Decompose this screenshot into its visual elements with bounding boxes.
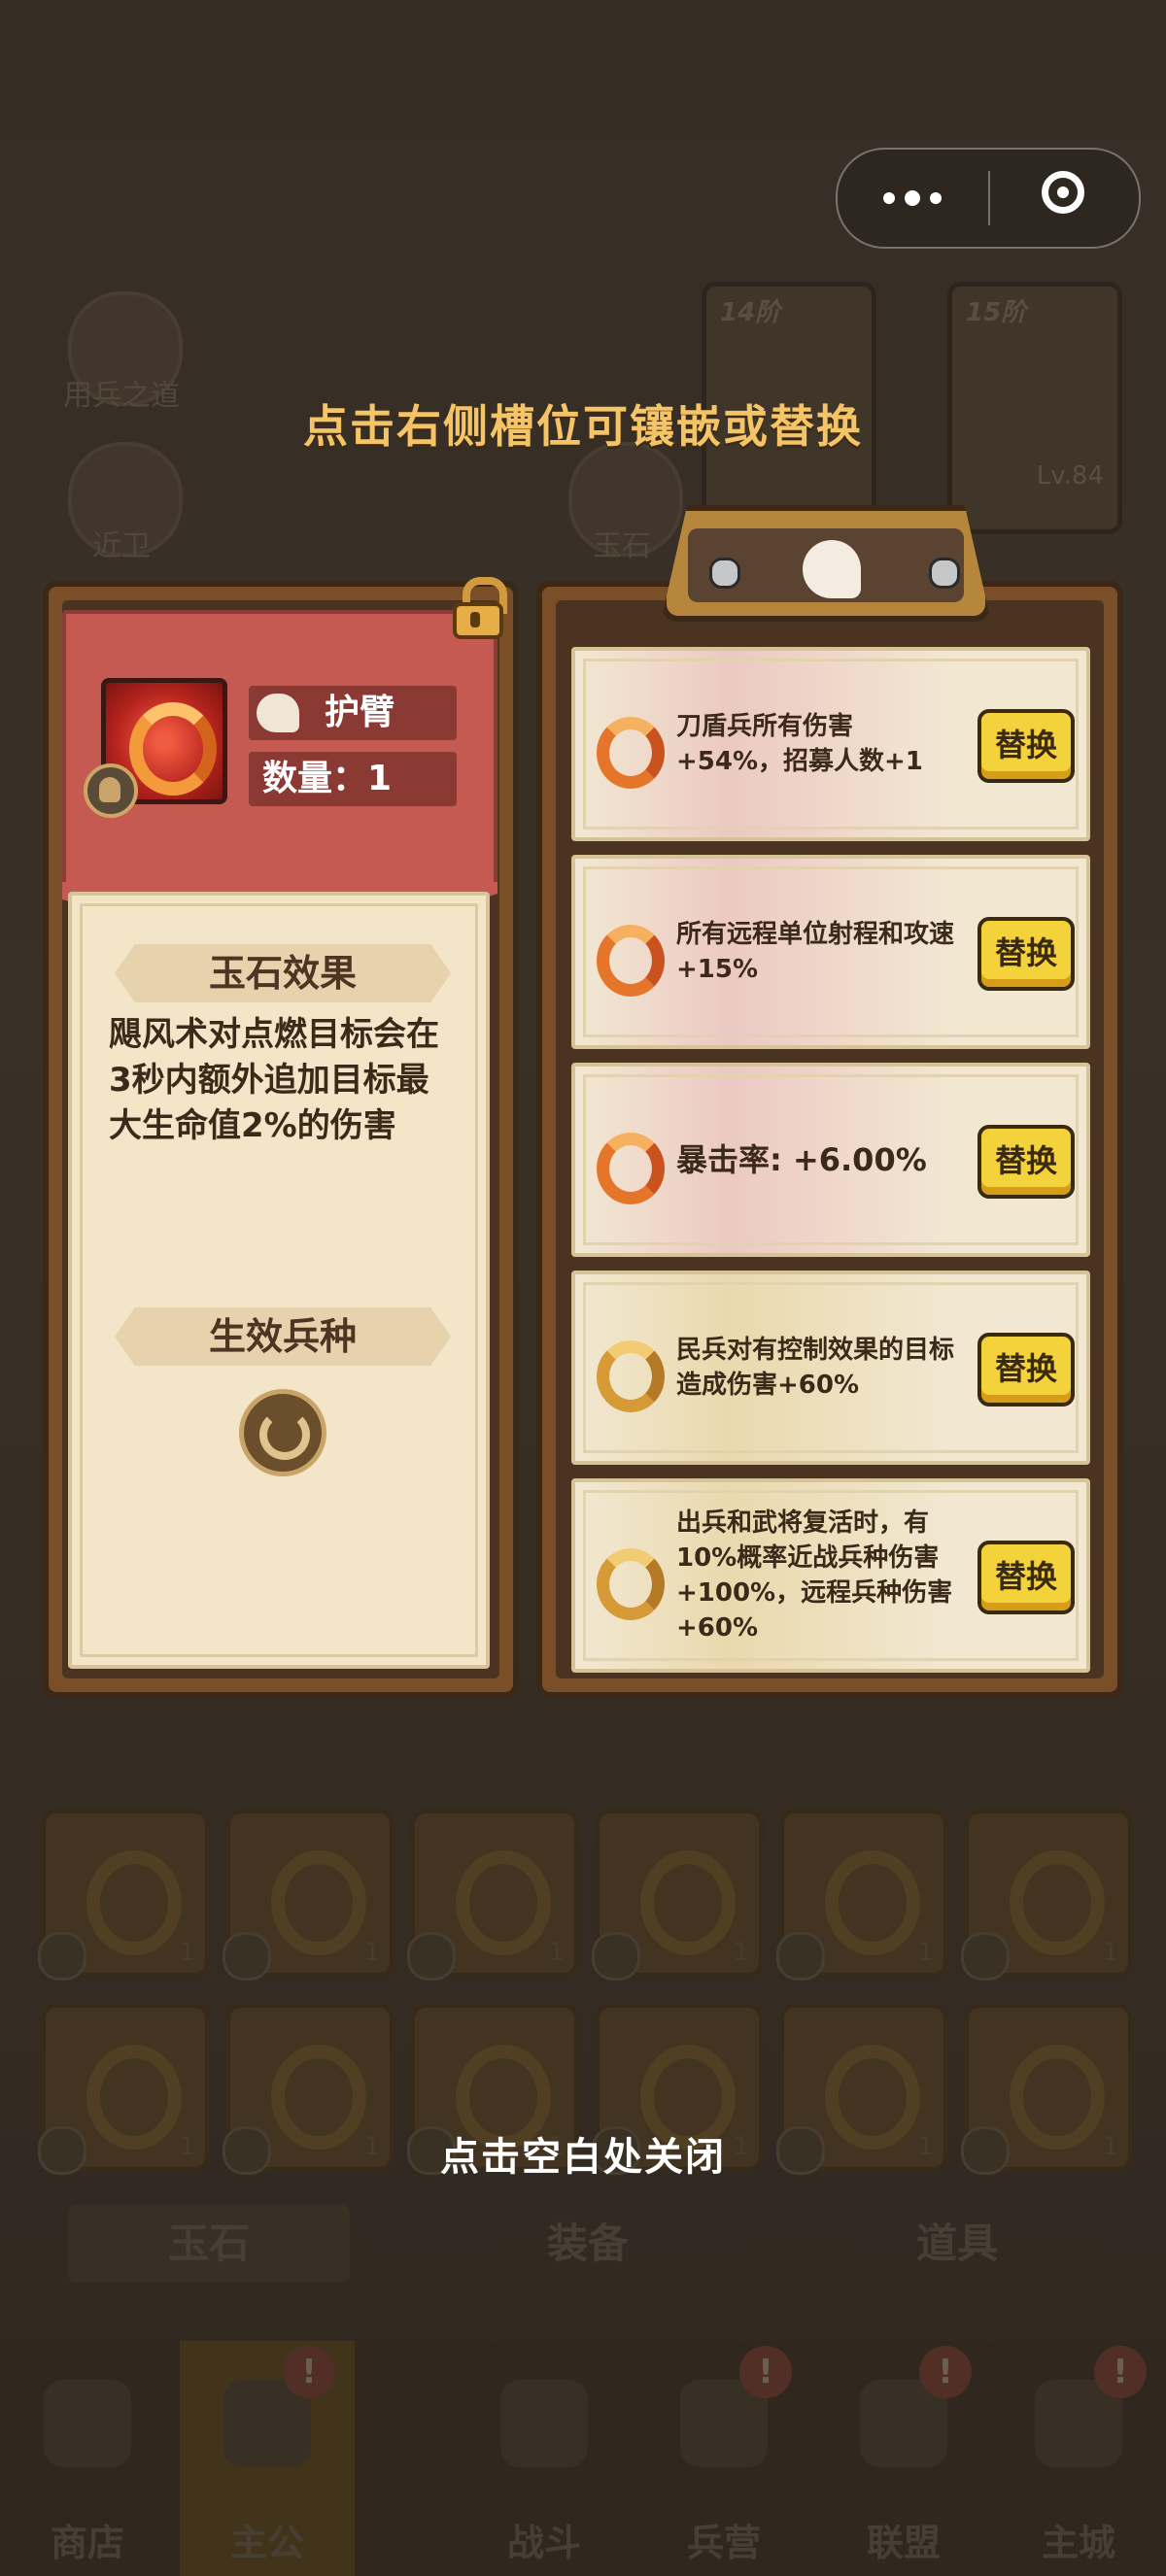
effect-text: 刀盾兵所有伤害+54%，招募人数+1 xyxy=(676,712,923,776)
replace-button[interactable]: 替换 xyxy=(977,1541,1075,1614)
effect-text: 民兵对有控制效果的目标造成伤害+60% xyxy=(676,1336,955,1400)
slot-type-badge-icon xyxy=(84,763,138,818)
gold-jade-icon xyxy=(597,1340,665,1412)
gold-jade-icon xyxy=(597,1548,665,1620)
capsule-divider xyxy=(988,171,990,225)
effect-text: 所有远程单位射程和攻速+15% xyxy=(676,920,955,984)
rivet-icon xyxy=(709,558,740,589)
troop-type-icon xyxy=(239,1389,326,1476)
effect-slot-1[interactable]: 刀盾兵所有伤害+54%，招募人数+1 替换 xyxy=(571,647,1090,841)
gem-effect-paper: 玉石效果 飓风术对点燃目标会在3秒内额外追加目标最大生命值2%的伤害 生效兵种 xyxy=(68,892,490,1669)
replace-button[interactable]: 替换 xyxy=(977,1333,1075,1407)
effect-text: 出兵和武将复活时，有10%概率近战兵种伤害+100%，远程兵种伤害+60% xyxy=(676,1508,953,1643)
replace-button[interactable]: 替换 xyxy=(977,917,1075,991)
troop-title-ribbon: 生效兵种 xyxy=(115,1307,451,1366)
jade-swirl-icon xyxy=(129,702,217,796)
effect-slot-5[interactable]: 出兵和武将复活时，有10%概率近战兵种伤害+100%，远程兵种伤害+60% 替换 xyxy=(571,1478,1090,1673)
gem-effect-description: 飓风术对点燃目标会在3秒内额外追加目标最大生命值2%的伤害 xyxy=(109,1015,439,1145)
close-hint[interactable]: 点击空白处关闭 xyxy=(0,2125,1166,2182)
more-menu-icon[interactable] xyxy=(838,150,987,247)
lock-icon[interactable] xyxy=(449,577,507,641)
red-jade-icon xyxy=(597,717,665,789)
replace-button[interactable]: 替换 xyxy=(977,709,1075,783)
effect-slot-3[interactable]: 暴击率: +6.00% 替换 xyxy=(571,1063,1090,1257)
effect-title: 玉石效果 xyxy=(208,952,357,995)
close-miniprogram-icon[interactable] xyxy=(1042,171,1084,214)
replace-button[interactable]: 替换 xyxy=(977,1125,1075,1199)
effect-slot-2[interactable]: 所有远程单位射程和攻速+15% 替换 xyxy=(571,855,1090,1049)
slot-name-strip: 护臂 xyxy=(249,686,457,740)
effect-title-ribbon: 玉石效果 xyxy=(115,944,451,1002)
quantity-strip: 数量：1 xyxy=(249,752,457,806)
troop-title: 生效兵种 xyxy=(208,1315,357,1358)
armguard-icon xyxy=(803,540,861,598)
effect-text: 暴击率: +6.00% xyxy=(676,1141,927,1178)
rivet-icon xyxy=(929,558,960,589)
miniprogram-capsule xyxy=(836,148,1141,249)
effect-slot-4[interactable]: 民兵对有控制效果的目标造成伤害+60% 替换 xyxy=(571,1271,1090,1465)
slot-name: 护臂 xyxy=(325,693,395,732)
slot-type-plaque xyxy=(661,505,991,622)
instruction-hint: 点击右侧槽位可镶嵌或替换 xyxy=(303,400,863,453)
red-jade-icon xyxy=(597,925,665,997)
gem-quantity: 数量：1 xyxy=(262,759,393,798)
armguard-icon xyxy=(257,694,299,732)
red-jade-icon xyxy=(597,1133,665,1204)
